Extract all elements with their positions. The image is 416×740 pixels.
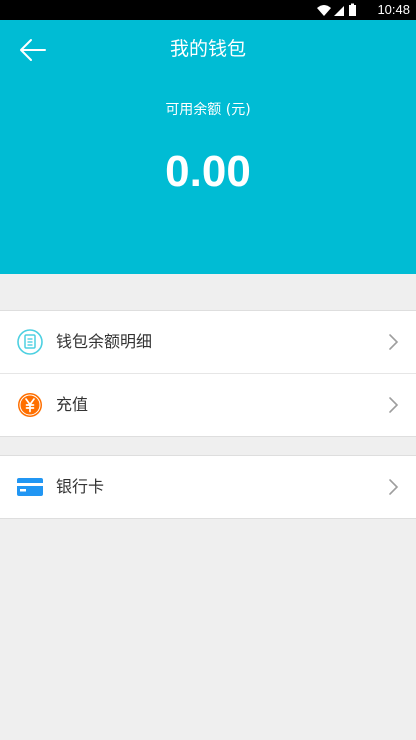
wifi-icon [317, 5, 331, 16]
chevron-right-icon [389, 479, 399, 495]
document-list-icon [17, 329, 43, 355]
chevron-right-icon [389, 334, 399, 350]
balance-value: 0.00 [165, 147, 251, 196]
wallet-header: 我的钱包 可用余额 (元) 0.00 [0, 20, 416, 274]
menu-item-label: 银行卡 [56, 477, 105, 496]
signal-icon [334, 6, 344, 16]
chevron-right-icon [389, 397, 399, 413]
status-bar: 10:48 [0, 0, 416, 20]
battery-icon [349, 3, 356, 16]
menu-item-label: 钱包余额明细 [56, 332, 153, 351]
status-icons [317, 3, 356, 16]
bank-card-group: 银行卡 [0, 455, 416, 519]
menu-item-balance-details[interactable]: 钱包余额明细 [0, 311, 416, 373]
bank-card-icon [17, 478, 43, 496]
page-title: 我的钱包 [169, 38, 246, 60]
balance-label: 可用余额 (元) [165, 102, 251, 118]
menu-item-recharge[interactable]: 充值 [0, 373, 416, 436]
yen-coin-icon [18, 393, 42, 417]
menu-item-label: 充值 [56, 395, 89, 414]
wallet-menu-group: 钱包余额明细 充值 [0, 310, 416, 437]
menu-item-bank-card[interactable]: 银行卡 [0, 456, 416, 518]
status-time: 10:48 [377, 2, 410, 17]
